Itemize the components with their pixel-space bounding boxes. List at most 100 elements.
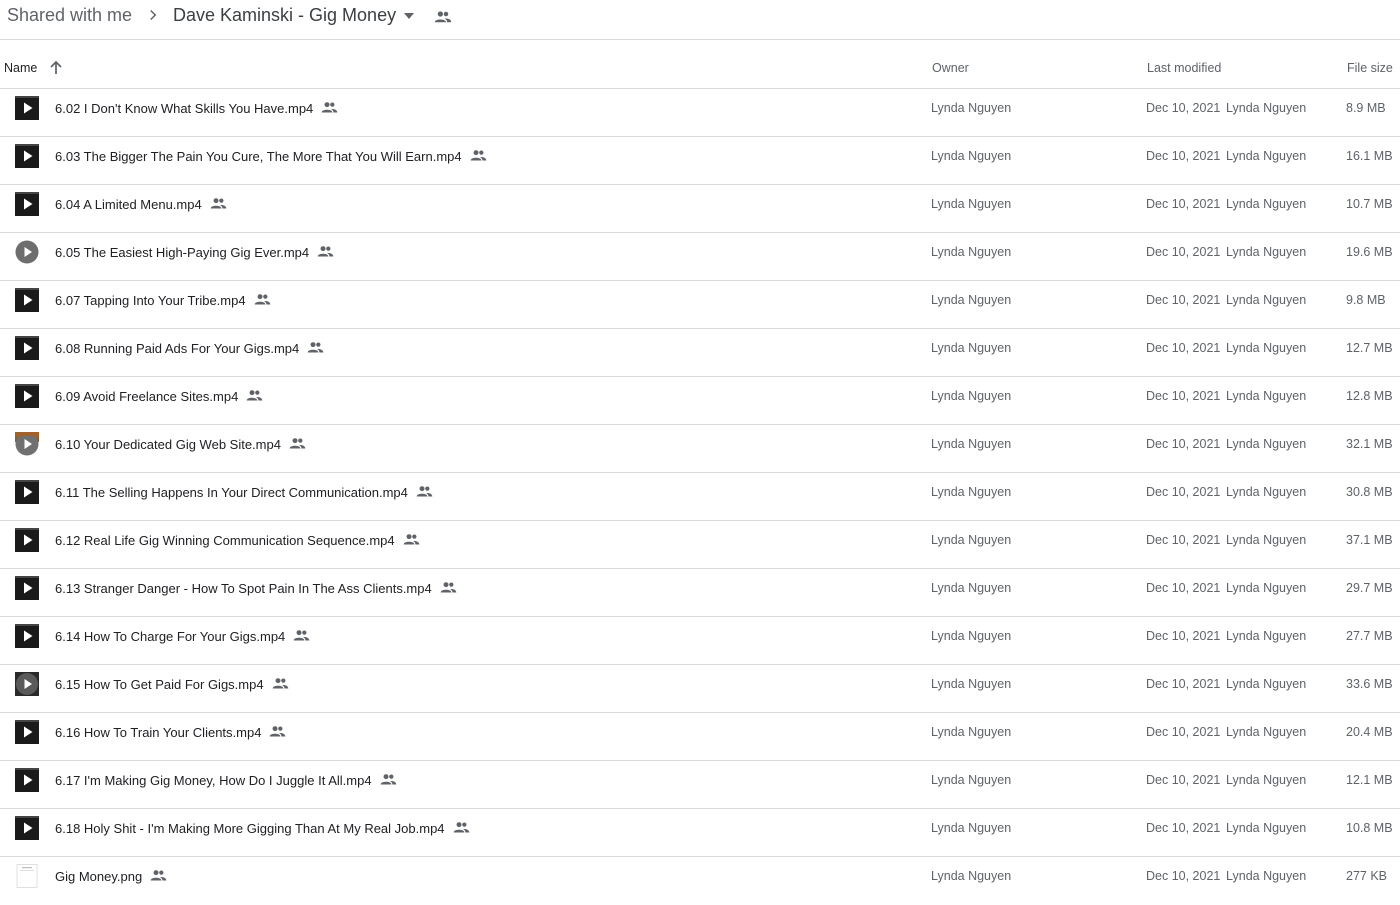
file-name: 6.02 I Don't Know What Skills You Have.m… [55,101,314,116]
column-header-file-size: File size [1347,61,1393,75]
file-name-cell: 6.04 A Limited Menu.mp4 [55,197,227,213]
file-size: 19.6 MB [1346,245,1393,259]
file-name: 6.12 Real Life Gig Winning Communication… [55,533,395,548]
file-modified-by: Lynda Nguyen [1226,245,1307,259]
file-owner: Lynda Nguyen [931,245,1012,259]
file-row[interactable]: 6.04 A Limited Menu.mp4 Lynda Nguyen Dec… [0,185,1400,233]
file-row[interactable]: 6.08 Running Paid Ads For Your Gigs.mp4 … [0,329,1400,377]
file-modified-by: Lynda Nguyen [1226,725,1307,739]
file-size: 10.7 MB [1346,197,1393,211]
file-name: 6.04 A Limited Menu.mp4 [55,197,202,212]
people-icon [293,629,310,642]
chevron-right-icon [150,9,157,21]
file-size: 33.6 MB [1346,677,1393,691]
file-list: 6.02 I Don't Know What Skills You Have.m… [0,89,1400,905]
file-row[interactable]: 6.09 Avoid Freelance Sites.mp4 Lynda Ngu… [0,377,1400,425]
play-icon [15,480,39,504]
file-size: 29.7 MB [1346,581,1393,595]
file-modified-date: Dec 10, 2021 [1146,389,1221,403]
file-size: 12.7 MB [1346,341,1393,355]
play-icon [15,336,39,360]
play-icon [15,768,39,792]
arrow-up-icon[interactable] [49,60,63,76]
file-row[interactable]: 6.18 Holy Shit - I'm Making More Gigging… [0,809,1400,857]
file-modified-by: Lynda Nguyen [1226,869,1307,883]
file-modified-by: Lynda Nguyen [1226,101,1307,115]
file-owner: Lynda Nguyen [931,197,1012,211]
file-size: 16.1 MB [1346,149,1393,163]
file-owner: Lynda Nguyen [931,437,1012,451]
column-header-last-modified[interactable]: Last modified [1147,61,1221,76]
file-name: 6.16 How To Train Your Clients.mp4 [55,725,262,740]
file-name: 6.13 Stranger Danger - How To Spot Pain … [55,581,432,596]
people-icon [416,485,433,498]
breadcrumb-shared-with-me[interactable]: Shared with me [7,4,132,26]
people-icon [272,677,289,690]
file-modified-date: Dec 10, 2021 [1146,773,1221,787]
people-icon [403,533,420,546]
image-file-icon [15,864,39,888]
play-icon [15,624,39,648]
file-size: 27.7 MB [1346,629,1393,643]
breadcrumb-current-folder[interactable]: Dave Kaminski - Gig Money [173,4,396,26]
caret-down-icon[interactable] [402,9,416,23]
play-icon [15,96,39,120]
file-owner: Lynda Nguyen [931,293,1012,307]
file-modified-date: Dec 10, 2021 [1146,245,1221,259]
people-icon [254,293,271,306]
file-modified-date: Dec 10, 2021 [1146,581,1221,595]
file-owner: Lynda Nguyen [931,773,1012,787]
file-owner: Lynda Nguyen [931,581,1012,595]
play-icon [15,432,39,456]
column-header-owner: Owner [932,61,969,75]
file-row[interactable]: 6.07 Tapping Into Your Tribe.mp4 Lynda N… [0,281,1400,329]
file-owner: Lynda Nguyen [931,485,1012,499]
file-name: 6.03 The Bigger The Pain You Cure, The M… [55,149,462,164]
file-row[interactable]: 6.12 Real Life Gig Winning Communication… [0,521,1400,569]
file-size: 12.8 MB [1346,389,1393,403]
file-row[interactable]: 6.13 Stranger Danger - How To Spot Pain … [0,569,1400,617]
file-owner: Lynda Nguyen [931,821,1012,835]
file-size: 10.8 MB [1346,821,1393,835]
file-owner: Lynda Nguyen [931,677,1012,691]
people-icon [269,725,286,738]
file-owner: Lynda Nguyen [931,101,1012,115]
people-icon [289,437,306,450]
people-icon [307,341,324,354]
file-modified-date: Dec 10, 2021 [1146,629,1221,643]
file-modified-date: Dec 10, 2021 [1146,293,1221,307]
file-row[interactable]: 6.16 How To Train Your Clients.mp4 Lynda… [0,713,1400,761]
file-size: 277 KB [1346,869,1388,883]
play-icon [15,576,39,600]
people-icon [317,245,334,258]
play-icon [15,720,39,744]
file-modified-date: Dec 10, 2021 [1146,533,1221,547]
file-modified-by: Lynda Nguyen [1226,293,1307,307]
file-row[interactable]: 6.11 The Selling Happens In Your Direct … [0,473,1400,521]
people-icon [321,101,338,114]
file-modified-by: Lynda Nguyen [1226,629,1307,643]
file-row[interactable]: 6.02 I Don't Know What Skills You Have.m… [0,89,1400,137]
file-row[interactable]: 6.15 How To Get Paid For Gigs.mp4 Lynda … [0,665,1400,713]
file-name: 6.17 I'm Making Gig Money, How Do I Jugg… [55,773,372,788]
file-name: 6.07 Tapping Into Your Tribe.mp4 [55,293,246,308]
file-modified-date: Dec 10, 2021 [1146,725,1221,739]
file-name-cell: 6.03 The Bigger The Pain You Cure, The M… [55,149,487,165]
file-name-cell: 6.17 I'm Making Gig Money, How Do I Jugg… [55,773,397,789]
file-row[interactable]: 6.05 The Easiest High-Paying Gig Ever.mp… [0,233,1400,281]
file-size: 30.8 MB [1346,485,1393,499]
file-row[interactable]: 6.17 I'm Making Gig Money, How Do I Jugg… [0,761,1400,809]
file-row[interactable]: 6.03 The Bigger The Pain You Cure, The M… [0,137,1400,185]
file-row[interactable]: 6.14 How To Charge For Your Gigs.mp4 Lyn… [0,617,1400,665]
file-row[interactable]: Gig Money.png Lynda Nguyen Dec 10, 2021 … [0,857,1400,905]
file-name-cell: 6.07 Tapping Into Your Tribe.mp4 [55,293,271,309]
column-header-name[interactable]: Name [4,61,37,76]
file-row[interactable]: 6.10 Your Dedicated Gig Web Site.mp4 Lyn… [0,425,1400,473]
file-name: 6.11 The Selling Happens In Your Direct … [55,485,408,500]
file-size: 37.1 MB [1346,533,1393,547]
file-name-cell: 6.05 The Easiest High-Paying Gig Ever.mp… [55,245,334,261]
people-icon [380,773,397,786]
people-icon [210,197,227,210]
file-name-cell: Gig Money.png [55,869,167,885]
people-icon [246,389,263,402]
